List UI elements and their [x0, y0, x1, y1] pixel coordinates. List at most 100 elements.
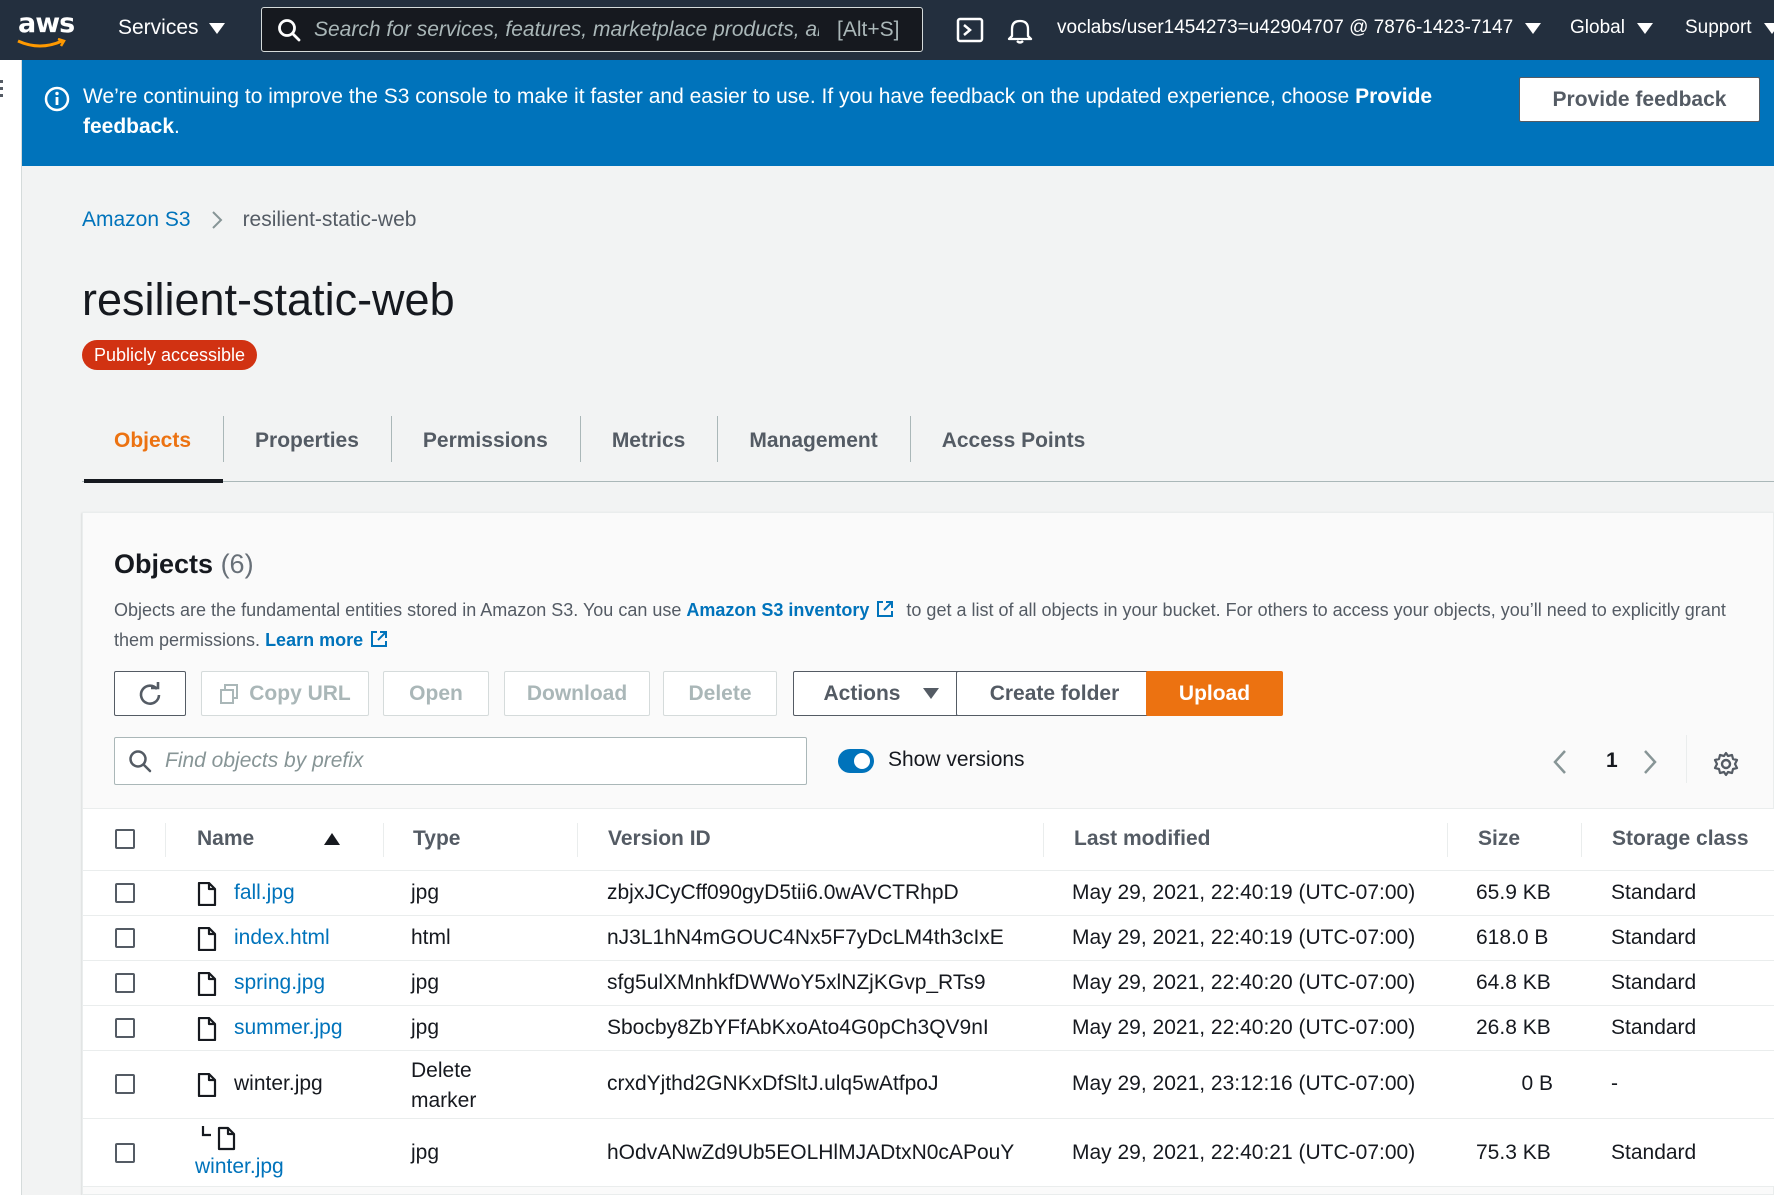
object-storage-class: Standard [1611, 926, 1697, 949]
objects-count: (6) [220, 549, 254, 579]
tab-metrics[interactable]: Metrics [579, 412, 718, 482]
download-button[interactable]: Download [504, 671, 650, 716]
caret-down-icon [922, 688, 939, 699]
tab-access-points[interactable]: Access Points [909, 412, 1118, 482]
delete-button[interactable]: Delete [663, 671, 777, 716]
row-checkbox[interactable] [115, 1074, 135, 1094]
row-checkbox[interactable] [115, 973, 135, 993]
copy-icon [220, 683, 239, 704]
copy-url-button[interactable]: Copy URL [201, 671, 369, 716]
object-type: jpg [411, 1141, 440, 1164]
object-size: 26.8 KB [1476, 1016, 1551, 1039]
object-type: jpg [411, 971, 440, 994]
tab-objects[interactable]: Objects [82, 412, 224, 483]
object-version-id: Sbocby8ZbYFfAbKxoAto4G0pCh3QV9nI [607, 1016, 989, 1039]
object-version-id: hOdvANwZd9Ub5EOLHlMJADtxN0cAPouY [607, 1141, 1015, 1164]
object-name-link[interactable]: fall.jpg [234, 881, 295, 905]
menu-icon[interactable] [0, 80, 3, 101]
tab-permissions[interactable]: Permissions [390, 412, 580, 482]
object-version-id: nJ3L1hN4mGOUC4Nx5F7yDcLM4th3cIxE [607, 926, 1004, 949]
row-checkbox[interactable] [115, 883, 135, 903]
open-button[interactable]: Open [383, 671, 489, 716]
external-link-icon [877, 601, 894, 617]
feedback-banner: We’re continuing to improve the S3 conso… [22, 60, 1774, 166]
search-input[interactable]: Search for services, features, marketpla… [314, 18, 819, 42]
info-icon [44, 86, 70, 112]
table-row: summer.jpg jpg Sbocby8ZbYFfAbKxoAto4G0pC… [83, 1006, 1774, 1051]
column-last-modified[interactable]: Last modified [1074, 827, 1211, 851]
show-versions-toggle[interactable] [838, 749, 874, 773]
column-storage-class[interactable]: Storage class [1612, 827, 1749, 851]
object-name-link[interactable]: summer.jpg [234, 1016, 343, 1040]
object-type: jpg [411, 881, 440, 904]
version-branch-file-icon [201, 1126, 236, 1151]
object-name-link[interactable]: spring.jpg [234, 971, 325, 995]
object-size: 0 B [1521, 1072, 1553, 1095]
refresh-button[interactable] [114, 671, 186, 716]
table-row: spring.jpg jpg sfg5ulXMnhkfDWWoY5xlNZjKG… [83, 961, 1774, 1006]
side-nav-collapsed [0, 60, 22, 1195]
caret-down-icon [1525, 22, 1542, 34]
account-menu[interactable]: voclabs/user1454273=u42904707 @ 7876-142… [1057, 17, 1542, 39]
previous-page-icon[interactable] [1552, 749, 1568, 775]
object-storage-class: - [1611, 1072, 1618, 1095]
object-last-modified: May 29, 2021, 22:40:20 (UTC-07:00) [1072, 1016, 1416, 1039]
upload-button[interactable]: Upload [1146, 671, 1283, 716]
bucket-tabs: Objects Properties Permissions Metrics M… [82, 412, 1774, 483]
chevron-right-icon [211, 211, 222, 229]
next-page-icon[interactable] [1642, 749, 1658, 775]
object-name-link[interactable]: index.html [234, 926, 330, 950]
object-size: 75.3 KB [1476, 1141, 1551, 1164]
object-version-id: sfg5ulXMnhkfDWWoY5xlNZjKGvp_RTs9 [607, 971, 986, 994]
file-icon [197, 882, 217, 906]
object-type: Delete marker [411, 1059, 477, 1112]
object-last-modified: May 29, 2021, 22:40:20 (UTC-07:00) [1072, 971, 1416, 994]
caret-down-icon [1763, 22, 1774, 34]
object-size: 618.0 B [1476, 926, 1549, 949]
file-icon [197, 1073, 217, 1097]
gear-icon[interactable] [1713, 751, 1739, 777]
object-size: 64.8 KB [1476, 971, 1551, 994]
aws-smile-icon [17, 38, 66, 48]
learn-more-link[interactable]: Learn more [265, 630, 363, 650]
object-type: html [411, 926, 451, 949]
cloudshell-icon[interactable] [955, 15, 985, 45]
object-storage-class: Standard [1611, 881, 1697, 904]
breadcrumb-amazon-s3[interactable]: Amazon S3 [82, 208, 191, 232]
select-all-checkbox[interactable] [115, 829, 135, 849]
tab-properties[interactable]: Properties [223, 412, 391, 482]
column-name[interactable]: Name [197, 827, 341, 851]
support-menu[interactable]: Support [1685, 17, 1774, 39]
provide-feedback-button[interactable]: Provide feedback [1519, 77, 1760, 122]
object-name-link[interactable]: winter.jpg [195, 1155, 284, 1179]
object-last-modified: May 29, 2021, 23:12:16 (UTC-07:00) [1072, 1072, 1416, 1095]
row-checkbox[interactable] [115, 1143, 135, 1163]
region-menu[interactable]: Global [1570, 17, 1653, 39]
row-checkbox[interactable] [115, 1018, 135, 1038]
search-shortcut: [Alt+S] [837, 17, 900, 41]
create-folder-button[interactable]: Create folder [956, 671, 1153, 716]
divider [1686, 735, 1687, 783]
show-versions-label: Show versions [888, 748, 1025, 771]
column-type[interactable]: Type [413, 827, 460, 851]
page-title: resilient-static-web [82, 274, 455, 325]
current-page-number[interactable]: 1 [1606, 749, 1618, 773]
column-size[interactable]: Size [1478, 827, 1520, 851]
find-objects-input[interactable]: Find objects by prefix [114, 737, 807, 785]
column-version-id[interactable]: Version ID [608, 827, 711, 851]
objects-description: Objects are the fundamental entities sto… [114, 600, 1726, 650]
notifications-bell-icon[interactable] [1005, 15, 1035, 45]
object-last-modified: May 29, 2021, 22:40:19 (UTC-07:00) [1072, 926, 1416, 949]
object-storage-class: Standard [1611, 1141, 1697, 1164]
global-search[interactable]: Search for services, features, marketpla… [261, 7, 923, 52]
caret-down-icon [208, 22, 225, 34]
object-version-id: crxdYjthd2GNKxDfSltJ.ulq5wAtfpoJ [607, 1072, 939, 1095]
row-checkbox[interactable] [115, 928, 135, 948]
services-menu[interactable]: Services [118, 16, 225, 40]
actions-dropdown[interactable]: Actions [793, 671, 969, 716]
tab-management[interactable]: Management [717, 412, 909, 482]
aws-logo[interactable]: aws [14, 8, 75, 52]
objects-heading: Objects (6) [114, 549, 254, 579]
file-icon [197, 927, 217, 951]
s3-inventory-link[interactable]: Amazon S3 inventory [686, 600, 869, 620]
